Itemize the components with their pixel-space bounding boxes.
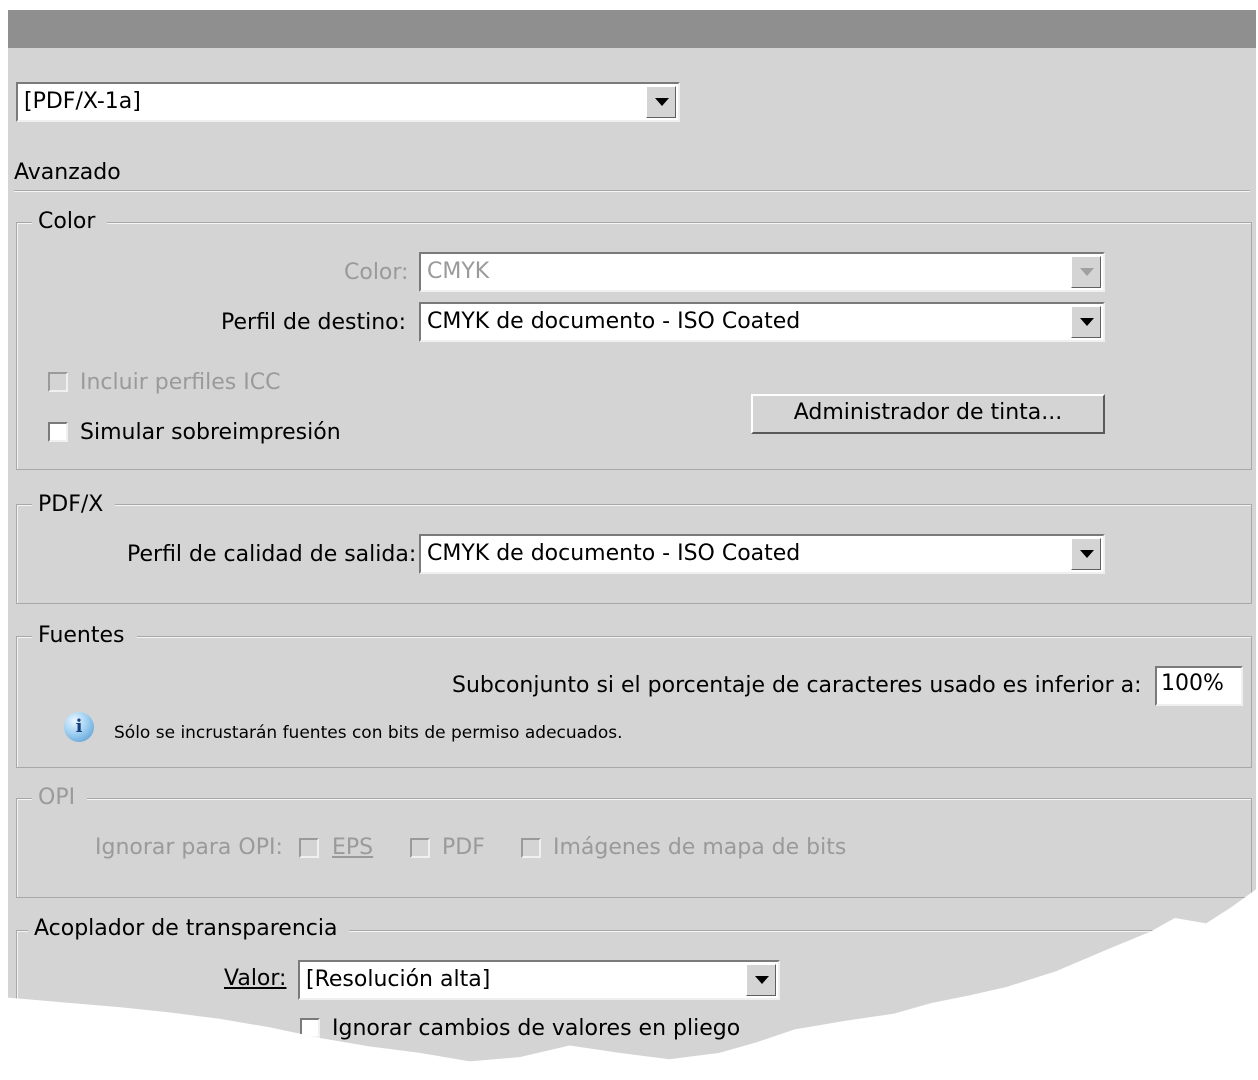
- opi-omit-label: Ignorar para OPI:: [95, 835, 283, 860]
- flattener-group-title: Acoplador de transparencia: [28, 916, 350, 942]
- color-group-title: Color: [32, 209, 108, 235]
- simulate-overprint-checkbox[interactable]: [48, 422, 68, 442]
- destination-profile-label: Perfil de destino:: [221, 310, 407, 335]
- flattener-preset-value: [Resolución alta]: [306, 967, 491, 992]
- chevron-down-icon[interactable]: [746, 964, 776, 996]
- pdf-preset-value: [PDF/X-1a]: [24, 89, 141, 114]
- opi-eps-checkbox: [299, 838, 319, 858]
- chevron-down-icon[interactable]: [1071, 538, 1101, 570]
- fonts-info-text: Sólo se incrustarán fuentes con bits de …: [114, 723, 623, 743]
- simulate-overprint-label[interactable]: Simular sobreimpresión: [80, 420, 341, 446]
- chevron-down-icon: [1071, 256, 1101, 288]
- opi-bitmap-label: Imágenes de mapa de bits: [553, 835, 847, 860]
- opi-eps-label: EPS: [332, 835, 374, 860]
- title-bar: [8, 10, 1256, 48]
- pdf-preset-select[interactable]: [PDF/X-1a]: [16, 82, 680, 122]
- output-intent-value: CMYK de documento - ISO Coated: [427, 541, 801, 566]
- opi-pdf-checkbox: [410, 838, 430, 858]
- dialog-stage: [PDF/X-1a] Avanzado Color Color: CMYK Pe…: [0, 0, 1258, 1080]
- ignore-overrides-label[interactable]: Ignorar cambios de valores en pliego: [332, 1016, 740, 1042]
- opi-pdf-label: PDF: [442, 835, 485, 860]
- opi-group-title: OPI: [32, 785, 88, 811]
- flattener-group: [16, 930, 1252, 1062]
- fonts-group-title: Fuentes: [32, 623, 137, 649]
- pdfx-group-title: PDF/X: [32, 492, 116, 518]
- color-conversion-select: CMYK: [419, 252, 1105, 292]
- info-icon: i: [64, 712, 94, 742]
- output-intent-select[interactable]: CMYK de documento - ISO Coated: [419, 534, 1105, 574]
- ink-manager-button[interactable]: Administrador de tinta...: [751, 394, 1105, 434]
- output-intent-label: Perfil de calidad de salida:: [127, 542, 417, 567]
- color-conversion-value: CMYK: [427, 259, 490, 284]
- section-title: Avanzado: [14, 160, 121, 185]
- subset-threshold-label: Subconjunto si el porcentaje de caracter…: [452, 673, 1142, 698]
- destination-profile-value: CMYK de documento - ISO Coated: [427, 309, 801, 334]
- chevron-down-icon[interactable]: [1071, 306, 1101, 338]
- opi-bitmap-checkbox: [521, 838, 541, 858]
- flattener-preset-select[interactable]: [Resolución alta]: [298, 960, 780, 1000]
- fonts-group: [16, 636, 1252, 768]
- destination-profile-select[interactable]: CMYK de documento - ISO Coated: [419, 302, 1105, 342]
- ignore-overrides-checkbox[interactable]: [300, 1018, 320, 1038]
- export-pdf-advanced-panel: [PDF/X-1a] Avanzado Color Color: CMYK Pe…: [8, 10, 1256, 1062]
- chevron-down-icon[interactable]: [646, 86, 676, 118]
- flattener-preset-label: Valor:: [224, 966, 287, 991]
- color-conversion-label: Color:: [344, 260, 409, 285]
- subset-threshold-input[interactable]: 100%: [1155, 666, 1243, 706]
- include-icc-checkbox: [48, 372, 68, 392]
- section-divider: [14, 190, 1250, 192]
- include-icc-label: Incluir perfiles ICC: [80, 370, 281, 395]
